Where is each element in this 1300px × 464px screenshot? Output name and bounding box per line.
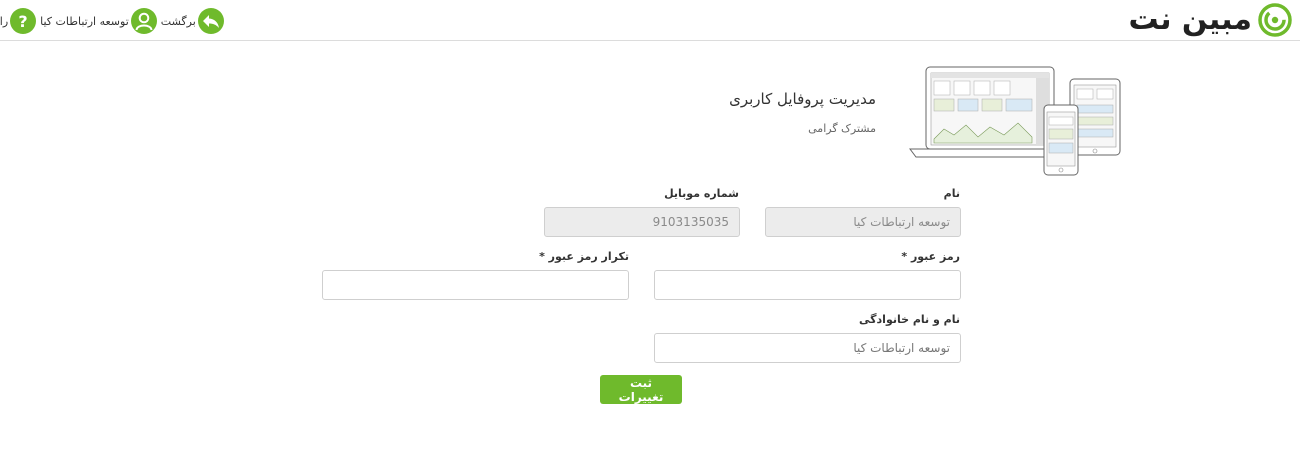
top-links: راه ? توسعه ارتباطات کیا برگشت bbox=[0, 7, 224, 35]
submit-button[interactable]: ثبت تغییرات bbox=[600, 375, 682, 404]
user-link[interactable]: توسعه ارتباطات کیا bbox=[40, 8, 157, 34]
brand-logo-icon bbox=[1258, 3, 1292, 37]
back-arrow-icon[interactable] bbox=[197, 8, 224, 34]
brand-name: مبین نت bbox=[1128, 2, 1252, 37]
password-repeat-label: تکرار رمز عبور * bbox=[539, 250, 629, 263]
name-field[interactable] bbox=[765, 207, 961, 237]
help-link[interactable]: راه ? bbox=[0, 8, 37, 34]
password-label: رمز عبور * bbox=[901, 250, 960, 263]
svg-text:?: ? bbox=[19, 12, 28, 30]
top-bar: مبین نت راه ? توسعه ارتباطات کیا برگشت bbox=[0, 0, 1300, 41]
help-icon[interactable]: ? bbox=[10, 8, 37, 34]
devices-illustration bbox=[909, 66, 1121, 176]
name-label: نام bbox=[943, 187, 960, 200]
full-name-label: نام و نام خانوادگی bbox=[859, 313, 960, 326]
password-field[interactable] bbox=[654, 270, 961, 300]
brand-logo[interactable]: مبین نت bbox=[1128, 2, 1292, 38]
page-title: مدیریت پروفایل کاربری bbox=[729, 90, 876, 108]
full-name-field[interactable] bbox=[654, 333, 961, 363]
mobile-label: شماره موبایل bbox=[664, 187, 739, 200]
mobile-field[interactable] bbox=[544, 207, 740, 237]
page-subtitle: مشترک گرامی bbox=[808, 122, 876, 135]
user-icon[interactable] bbox=[130, 8, 157, 34]
user-name: توسعه ارتباطات کیا bbox=[40, 14, 129, 28]
password-repeat-field[interactable] bbox=[322, 270, 629, 300]
back-link-label: برگشت bbox=[160, 14, 196, 28]
help-link-label: راه bbox=[0, 14, 9, 28]
back-link[interactable]: برگشت bbox=[161, 8, 224, 34]
